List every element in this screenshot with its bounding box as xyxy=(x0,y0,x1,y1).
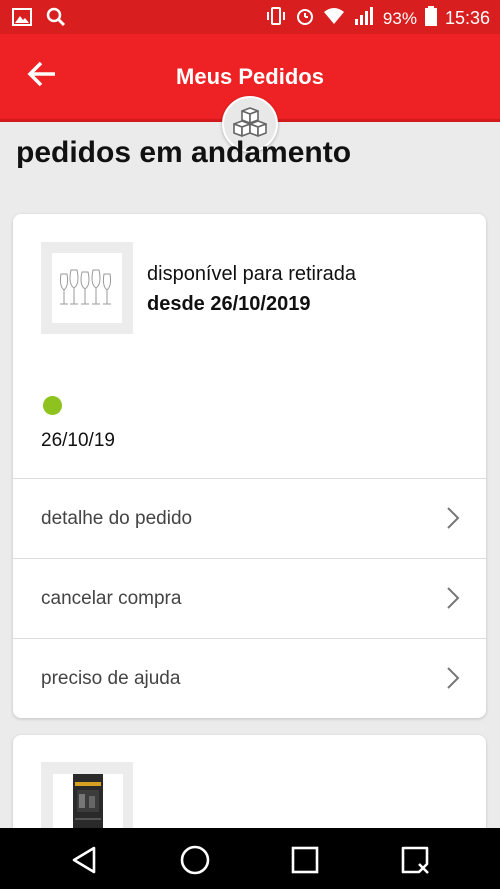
status-indicator xyxy=(43,396,62,415)
chevron-right-icon xyxy=(446,586,460,615)
gallery-icon xyxy=(12,8,32,31)
row-label: detalhe do pedido xyxy=(41,508,193,529)
battery-icon xyxy=(424,6,437,31)
vibrate-icon xyxy=(265,6,287,31)
order-card: disponível para retirada desde 26/10/201… xyxy=(13,214,486,718)
battery-percentage: 93% xyxy=(382,8,417,28)
nav-screenshot-button[interactable] xyxy=(397,842,433,878)
nav-recents-button[interactable] xyxy=(287,842,323,878)
order-date: 26/10/19 xyxy=(41,430,115,451)
wifi-icon xyxy=(323,7,345,30)
circle-home-icon xyxy=(180,845,210,875)
signal-icon xyxy=(353,6,375,31)
triangle-back-icon xyxy=(72,846,96,874)
capture-icon xyxy=(401,846,429,874)
cancel-purchase-row[interactable]: cancelar compra xyxy=(13,558,486,637)
order-status: disponível para retirada xyxy=(147,263,357,285)
nav-home-button[interactable] xyxy=(177,842,213,878)
page-title: Meus Pedidos xyxy=(176,64,324,89)
square-recents-icon xyxy=(291,846,319,874)
nav-back-button[interactable] xyxy=(66,842,102,878)
product-thumbnail xyxy=(41,242,133,334)
chevron-right-icon xyxy=(446,666,460,695)
clock: 15:36 xyxy=(444,8,490,28)
wine-glasses-image xyxy=(59,269,112,305)
search-icon xyxy=(46,7,66,32)
row-label: preciso de ajuda xyxy=(41,668,181,689)
system-navigation-bar xyxy=(0,828,500,889)
row-label: cancelar compra xyxy=(41,588,182,609)
chevron-right-icon xyxy=(446,506,460,535)
alarm-icon xyxy=(295,6,315,31)
section-title: pedidos em andamento xyxy=(16,136,352,169)
order-status-date: desde 26/10/2019 xyxy=(147,293,311,315)
help-row[interactable]: preciso de ajuda xyxy=(13,638,486,717)
order-detail-row[interactable]: detalhe do pedido xyxy=(13,478,486,557)
status-bar: 93% 15:36 xyxy=(0,0,500,34)
